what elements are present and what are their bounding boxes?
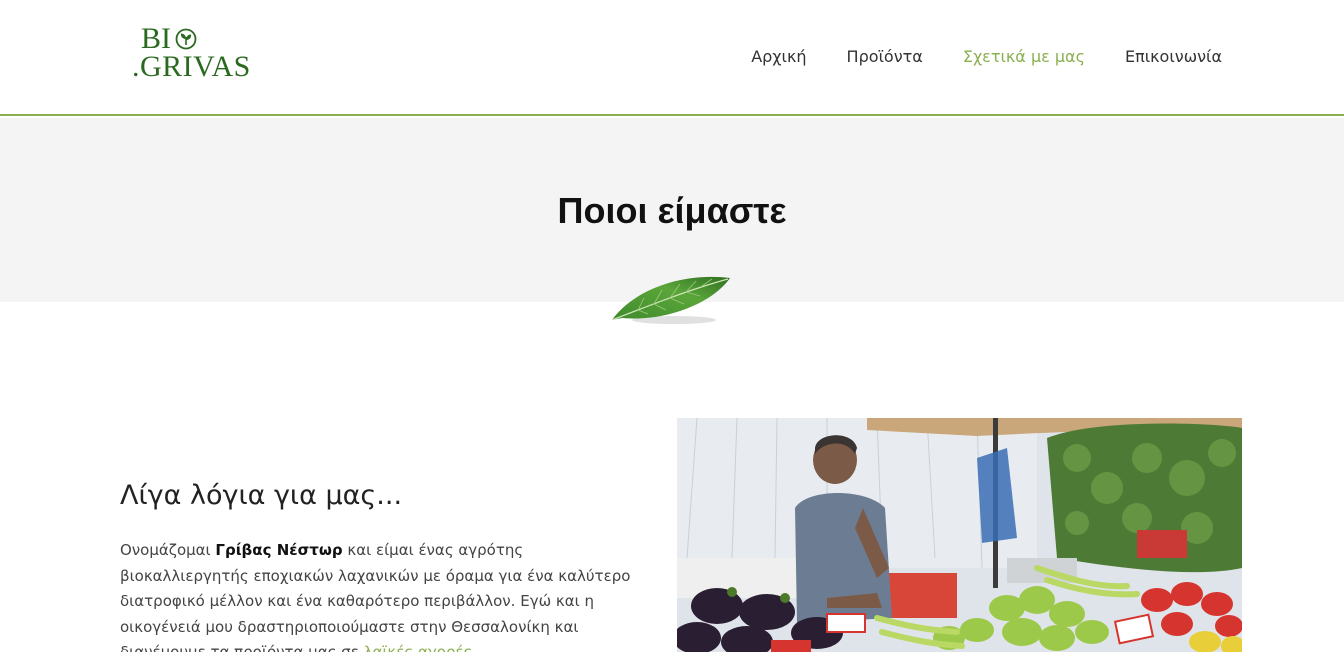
- markets-link[interactable]: λαϊκές αγορές: [364, 643, 473, 652]
- nav-item-home[interactable]: Αρχική: [751, 46, 806, 68]
- logo-line-2: .GRIVAS: [132, 50, 251, 83]
- main-nav: Αρχική Προϊόντα Σχετικά με μας Επικοινων…: [751, 46, 1222, 68]
- nav-item-contact[interactable]: Επικοινωνία: [1125, 46, 1222, 68]
- about-text-end: .: [472, 643, 478, 652]
- leaf-icon: [611, 276, 730, 324]
- owner-name: Γρίβας Νέστωρ: [215, 541, 343, 559]
- site-header: BI .GRIVAS Αρχική Προϊόντα Σχετικά με μα…: [0, 0, 1344, 116]
- about-heading: Λίγα λόγια για μας...: [120, 480, 403, 511]
- about-text-before: Ονομάζομαι: [120, 541, 216, 559]
- page-title: Ποιοι είμαστε: [557, 190, 787, 231]
- about-paragraph: Ονομάζομαι Γρίβας Νέστωρ και είμαι ένας …: [120, 538, 650, 652]
- site-logo[interactable]: BI .GRIVAS: [132, 22, 272, 86]
- nav-item-products[interactable]: Προϊόντα: [847, 46, 923, 68]
- nav-item-about[interactable]: Σχετικά με μας: [963, 46, 1085, 68]
- market-photo: [677, 418, 1242, 652]
- market-photo-illustration: [677, 418, 1242, 652]
- logo-leaf-icon: [175, 28, 197, 50]
